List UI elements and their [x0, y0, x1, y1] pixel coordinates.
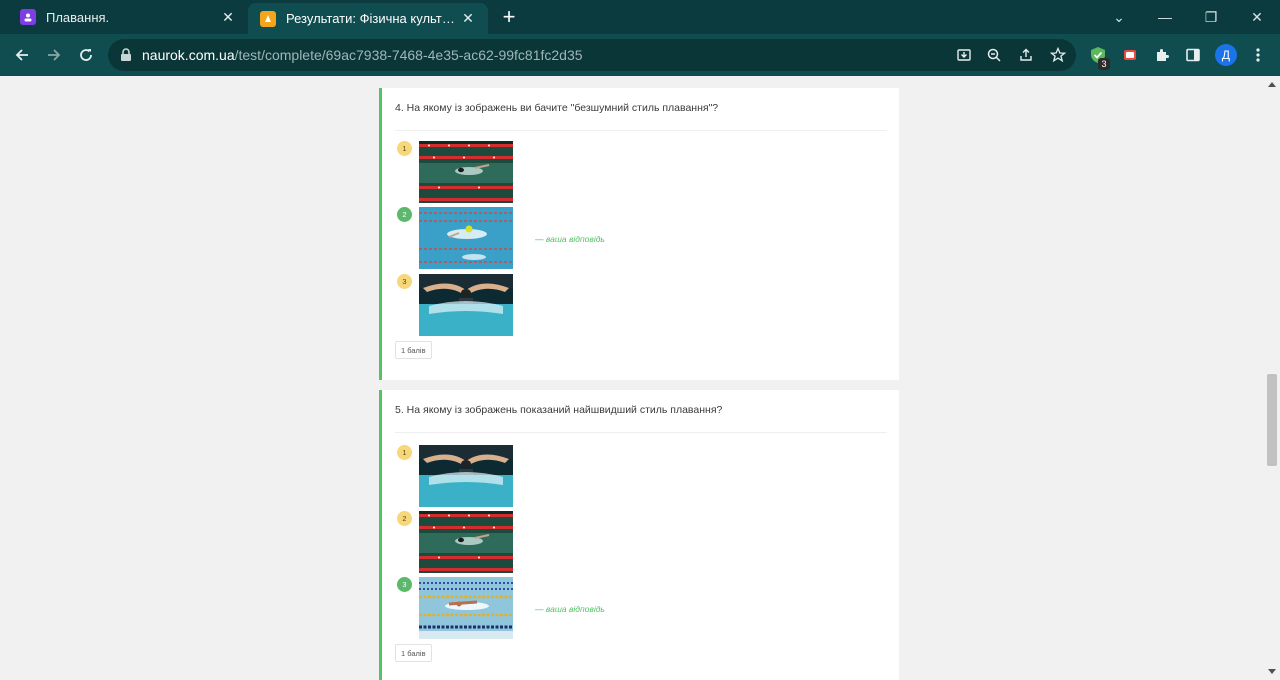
- scrollbar-thumb[interactable]: [1267, 374, 1277, 466]
- question-divider: [395, 130, 887, 131]
- option-number: 2: [397, 207, 412, 222]
- side-panel-icon[interactable]: [1183, 45, 1203, 65]
- close-tab-icon[interactable]: ✕: [460, 10, 476, 27]
- points-badge: 1 балів: [395, 644, 432, 662]
- install-app-icon[interactable]: [954, 45, 974, 65]
- back-button[interactable]: [8, 41, 36, 69]
- question-card: 4. На якому із зображень ви бачите "безш…: [379, 88, 899, 380]
- question-divider: [395, 432, 887, 433]
- option-image-breaststroke: [419, 207, 513, 269]
- answer-option: 2 — ваша відповідь: [397, 207, 697, 269]
- your-answer-label: — ваша відповідь: [535, 234, 605, 244]
- option-number: 1: [397, 445, 412, 460]
- points-badge: 1 балів: [395, 341, 432, 359]
- scroll-down-arrow-icon[interactable]: [1268, 669, 1276, 674]
- browser-menu-icon[interactable]: [1248, 45, 1268, 65]
- reload-button[interactable]: [72, 41, 100, 69]
- question-text: 4. На якому із зображень ви бачите "безш…: [395, 102, 719, 114]
- answer-option: 3: [397, 274, 697, 336]
- new-tab-button[interactable]: +: [498, 6, 520, 28]
- option-image-freestyle-red-lanes: [419, 511, 513, 573]
- page-viewport: 4. На якому із зображень ви бачите "безш…: [0, 76, 1280, 680]
- close-window-button[interactable]: ✕: [1234, 0, 1280, 34]
- option-image-butterfly: [419, 274, 513, 336]
- option-number: 2: [397, 511, 412, 526]
- lock-icon: [121, 48, 131, 61]
- option-image-butterfly: [419, 445, 513, 507]
- page-scrollbar[interactable]: [1264, 76, 1280, 680]
- classroom-icon: [20, 9, 36, 25]
- url-text: naurok.com.ua/test/complete/69ac7938-746…: [142, 47, 583, 63]
- url-host: naurok.com.ua: [142, 47, 235, 63]
- answer-option: 1: [397, 445, 697, 507]
- restore-button[interactable]: ❐: [1188, 0, 1234, 34]
- tab-bar: Плавання. ✕ Результати: Фізична культура…: [0, 0, 1280, 34]
- tab-title: Результати: Фізична культура.M: [286, 11, 460, 26]
- answer-option: 1: [397, 141, 697, 203]
- browser-toolbar: naurok.com.ua/test/complete/69ac7938-746…: [0, 34, 1280, 76]
- option-number: 3: [397, 577, 412, 592]
- naurok-icon: [260, 10, 276, 27]
- extensions-puzzle-icon[interactable]: [1152, 45, 1172, 65]
- your-answer-label: — ваша відповідь: [535, 604, 605, 614]
- tab-results[interactable]: Результати: Фізична культура.M ✕: [248, 3, 488, 34]
- zoom-icon[interactable]: [984, 45, 1004, 65]
- extension-badge: 3: [1098, 58, 1110, 70]
- url-path: /test/complete/69ac7938-7468-4e35-ac62-9…: [234, 47, 583, 63]
- tab-title: Плавання.: [46, 9, 110, 25]
- answer-option: 2: [397, 511, 697, 573]
- forward-button[interactable]: [40, 41, 68, 69]
- option-image-freestyle-red-lanes: [419, 141, 513, 203]
- question-card: 5. На якому із зображень показаний найшв…: [379, 390, 899, 680]
- share-icon[interactable]: [1016, 45, 1036, 65]
- close-tab-icon[interactable]: ✕: [220, 9, 236, 25]
- tab-plavannia[interactable]: Плавання. ✕: [8, 0, 248, 34]
- option-image-freestyle-gold-lanes: [419, 577, 513, 639]
- address-bar[interactable]: naurok.com.ua/test/complete/69ac7938-746…: [108, 39, 1076, 71]
- screencast-extension-icon[interactable]: [1120, 45, 1140, 65]
- answer-option: 3 — ваша відповідь: [397, 577, 697, 639]
- option-number: 1: [397, 141, 412, 156]
- scroll-up-arrow-icon[interactable]: [1268, 82, 1276, 87]
- minimize-button[interactable]: —: [1142, 0, 1188, 34]
- question-text: 5. На якому із зображень показаний найшв…: [395, 404, 723, 416]
- bookmark-star-icon[interactable]: [1048, 45, 1068, 65]
- option-number: 3: [397, 274, 412, 289]
- tab-search-icon[interactable]: ⌄: [1096, 0, 1142, 34]
- profile-avatar[interactable]: Д: [1215, 44, 1237, 66]
